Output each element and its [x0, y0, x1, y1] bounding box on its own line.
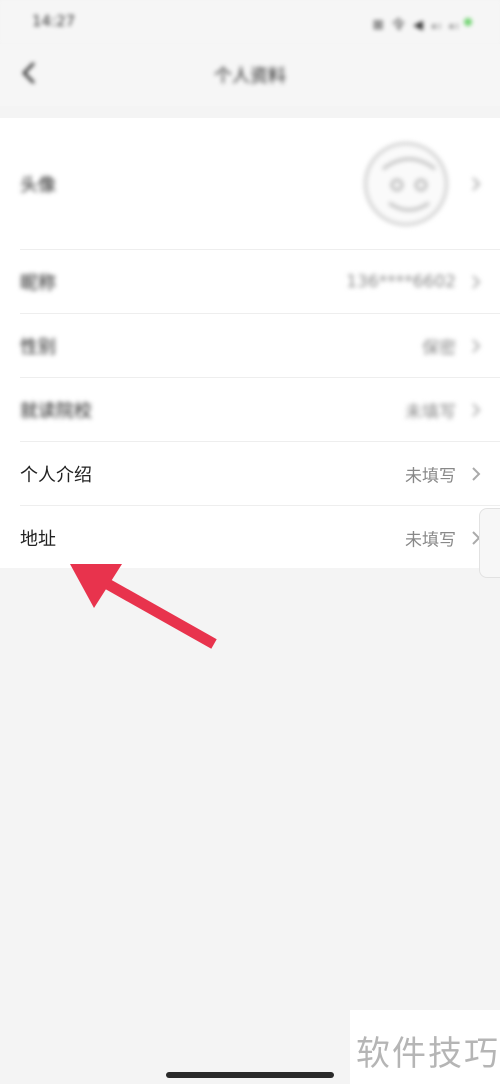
watermark: 软件技巧	[350, 1010, 500, 1084]
row-label: 个人介绍	[20, 465, 92, 486]
chevron-right-icon	[472, 467, 481, 481]
chevron-right-icon	[472, 177, 481, 191]
row-label: 地址	[20, 529, 56, 550]
row-label: 就读院校	[20, 401, 92, 422]
row-introduction[interactable]: 个人介绍 未填写	[0, 442, 500, 506]
status-bar: 14:27 ⊠ 令 ◀ ₄ₗ ₄ₗ	[0, 0, 500, 44]
row-value: 未填写	[405, 530, 456, 551]
avatar-face-icon	[382, 157, 436, 212]
row-gender[interactable]: 性别 保密	[0, 314, 500, 378]
row-label: 昵称	[20, 273, 56, 294]
row-school[interactable]: 就读院校 未填写	[0, 378, 500, 442]
row-label: 头像	[20, 175, 56, 196]
row-nickname[interactable]: 昵称 136****6602	[0, 250, 500, 314]
page-title: 个人资料	[214, 66, 286, 87]
row-avatar[interactable]: 头像	[0, 118, 500, 250]
home-indicator	[166, 1072, 334, 1078]
row-value: 未填写	[405, 466, 456, 487]
chevron-right-icon	[472, 275, 481, 289]
profile-list: 头像 昵称 136****6602 性别 保密 就读院校 未填写 个人介绍 未填…	[0, 118, 500, 568]
row-value: 136****6602	[346, 272, 456, 292]
status-time: 14:27	[32, 12, 76, 30]
watermark-text: 软件技巧	[356, 1034, 500, 1074]
chevron-right-icon	[472, 339, 481, 353]
chevron-right-icon	[472, 403, 481, 417]
nav-bar: 个人资料	[0, 44, 500, 106]
row-value: 未填写	[405, 402, 456, 423]
row-value: 保密	[422, 338, 456, 359]
battery-icon	[464, 18, 472, 26]
row-label: 性别	[20, 337, 56, 358]
arrow-annotation-icon	[70, 564, 217, 649]
side-float-tab[interactable]	[479, 508, 500, 578]
status-icons: ⊠ 令 ◀ ₄ₗ ₄ₗ	[372, 18, 460, 33]
avatar[interactable]	[364, 142, 448, 226]
